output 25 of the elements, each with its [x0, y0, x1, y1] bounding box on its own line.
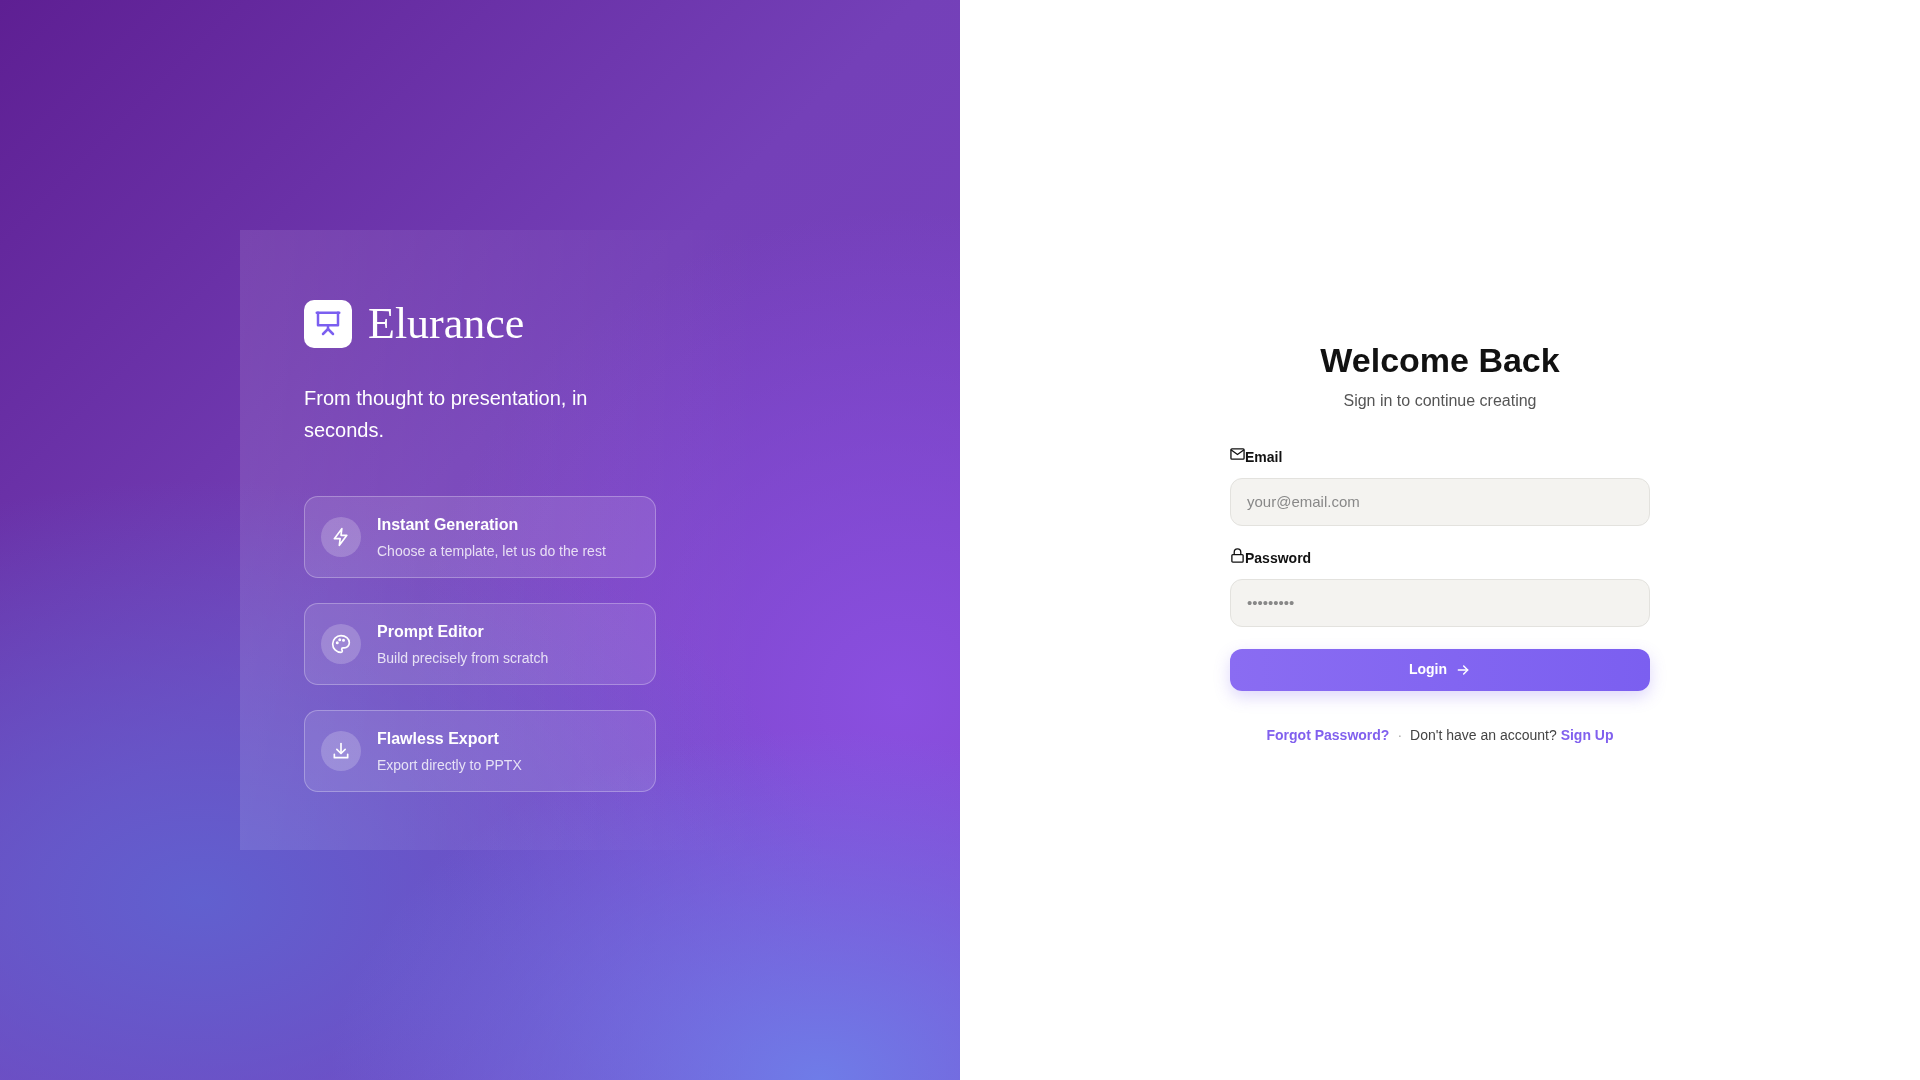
- sign-up-link[interactable]: Sign Up: [1560, 726, 1614, 743]
- signup-prompt: Don't have an account?: [1410, 726, 1557, 743]
- brand-name: Elurance: [368, 302, 525, 346]
- password-field[interactable]: •••••••••: [1230, 578, 1650, 627]
- feature-description: Build precisely from scratch: [377, 648, 549, 668]
- email-field[interactable]: your@email.com: [1230, 477, 1650, 526]
- palette-icon: [321, 624, 361, 664]
- feature-description: Choose a template, let us do the rest: [377, 541, 606, 561]
- login-title: Welcome Back: [1319, 340, 1561, 381]
- feature-title: Flawless Export: [377, 728, 500, 749]
- feature-title: Instant Generation: [377, 514, 520, 535]
- login-subtitle: Sign in to continue creating: [1342, 390, 1538, 411]
- logo-icon: [304, 300, 352, 348]
- feature-title: Prompt Editor: [377, 621, 485, 642]
- field-label: Password: [1245, 548, 1312, 568]
- forgot-password-link[interactable]: Forgot Password?: [1266, 724, 1390, 746]
- field-label: Email: [1245, 447, 1283, 467]
- padlock-icon: [1230, 547, 1245, 563]
- separator-dot: ·: [1397, 725, 1403, 745]
- envelope-icon: [1230, 446, 1245, 462]
- tagline: From thought to presentation, in seconds.: [304, 386, 589, 443]
- download-icon: [321, 731, 361, 771]
- feature-description: Export directly to PPTX: [377, 755, 522, 775]
- login-button[interactable]: Login: [1230, 648, 1650, 691]
- lightning-icon: [321, 517, 361, 557]
